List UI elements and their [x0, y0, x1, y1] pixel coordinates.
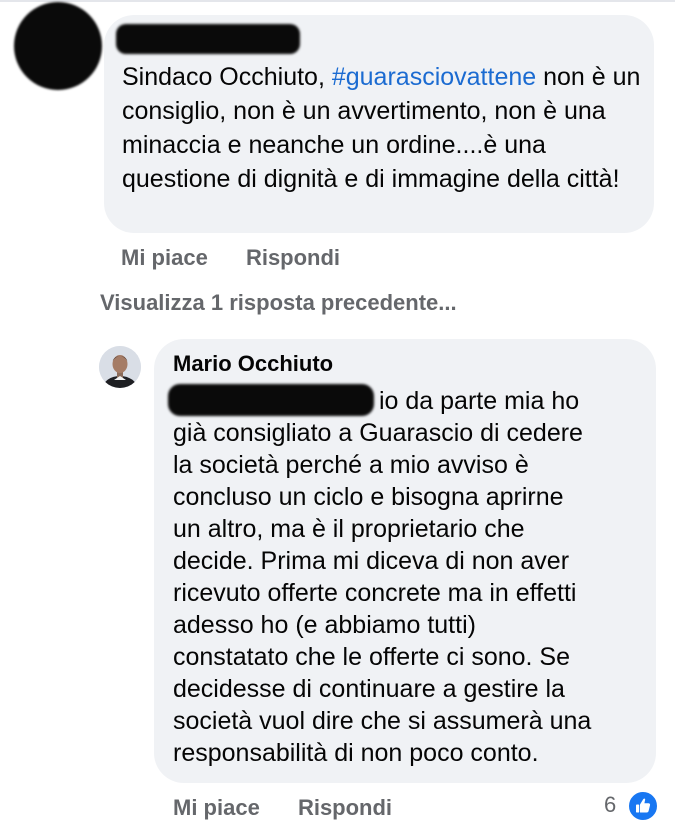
reply-text-line: società vuol dire che si assumerà una — [173, 707, 592, 735]
reply-text-line: un altro, ma è il proprietario che — [173, 515, 525, 543]
avatar[interactable] — [99, 346, 141, 388]
hashtag-link[interactable]: #guarasciovattene — [332, 63, 536, 91]
like-thumb-icon[interactable] — [627, 790, 659, 822]
reply-text-line: decide. Prima mi diceva di non aver — [173, 547, 570, 575]
avatar-image — [99, 346, 141, 388]
view-previous-replies-link[interactable]: Visualizza 1 risposta precedente... — [100, 290, 457, 316]
reply-text-line: decidesse di continuare a gestire la — [173, 675, 565, 703]
reply-button[interactable]: Rispondi — [246, 245, 340, 270]
like-button[interactable]: Mi piace — [173, 795, 260, 820]
comment-text: Sindaco Occhiuto, #guarasciovattene non … — [122, 60, 647, 196]
comment-actions: Mi piace Rispondi — [121, 245, 372, 271]
reply-text-line: la società perché a mio avviso è — [173, 451, 529, 479]
reply-actions: Mi piace Rispondi — [173, 795, 424, 821]
redacted-mention[interactable] — [168, 384, 374, 416]
reply-author-name[interactable]: Mario Occhiuto — [173, 351, 333, 377]
reply-text-line: constatato che le offerte ci sono. Se — [173, 643, 571, 671]
reply-text-line: concluso un ciclo e bisogna aprirne — [173, 483, 564, 511]
comment-text-prefix: Sindaco Occhiuto, — [122, 63, 332, 91]
reply-text-line: già consigliato a Guarascio di cedere — [173, 419, 583, 447]
like-button[interactable]: Mi piace — [121, 245, 208, 270]
reply-text-line: adesso ho (e abbiamo tutti) — [173, 611, 476, 639]
reply-text-line: responsabilità di non poco conto. — [173, 739, 539, 767]
reply-button[interactable]: Rispondi — [298, 795, 392, 820]
redacted-avatar[interactable] — [14, 2, 102, 90]
top-divider — [0, 0, 675, 2]
like-thumb-glyph — [636, 798, 651, 813]
redacted-author-name[interactable] — [116, 24, 300, 54]
reply-text-line: ricevuto offerte concrete ma in effetti — [173, 579, 577, 607]
reaction-count[interactable]: 6 — [604, 792, 616, 818]
reply-text-line: io da parte mia ho — [379, 387, 580, 415]
